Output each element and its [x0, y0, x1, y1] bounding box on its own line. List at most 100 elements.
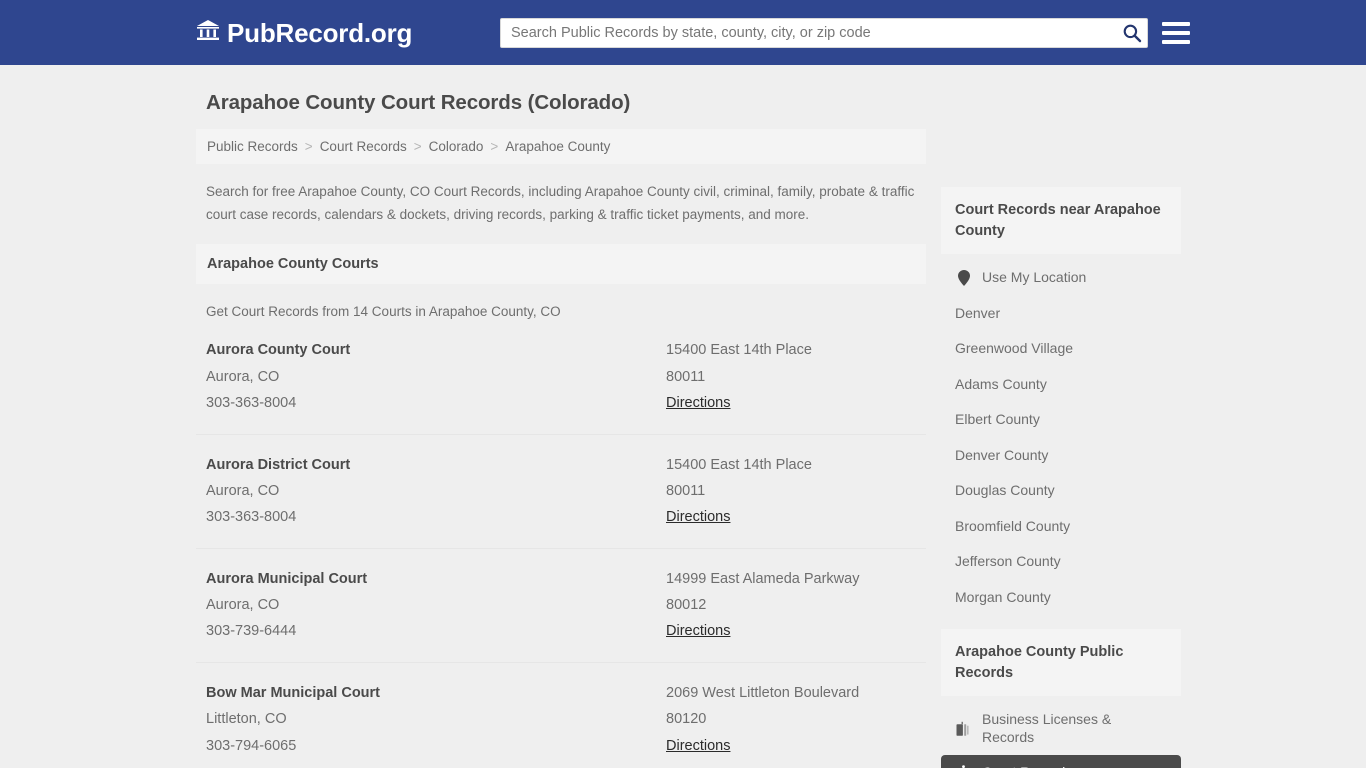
court-zip: 80011 [666, 368, 706, 385]
search-input[interactable] [500, 17, 1148, 48]
site-header: PubRecord.org [0, 0, 1366, 65]
page-intro-text: Search for free Arapahoe County, CO Cour… [206, 184, 915, 223]
breadcrumb-item[interactable]: Court Records [320, 139, 407, 154]
public-records-label: Business Licenses & Records [982, 711, 1112, 745]
breadcrumb-separator: > [413, 139, 422, 154]
page-title: Arapahoe County Court Records (Colorado) [206, 91, 631, 114]
page-container: Arapahoe County Court Records (Colorado)… [0, 65, 1366, 768]
search-icon[interactable] [1122, 23, 1142, 43]
court-listing-row: Bow Mar Municipal Court Littleton, CO 303-… [196, 661, 926, 768]
courts-list: Aurora County Court Aurora, CO 303-363-800… [196, 337, 926, 768]
nearby-location-link[interactable]: Broomfield County [941, 509, 1181, 545]
court-phone: 303-739-6444 [206, 623, 297, 640]
nearby-list-item: Morgan County [941, 580, 1181, 616]
public-records-panel: Arapahoe County Public Records Business … [941, 629, 1181, 768]
nearby-item-label: Use My Location [982, 269, 1087, 286]
nearby-list-item: Elbert County [941, 402, 1181, 438]
public-records-link[interactable]: Business Licenses & Records [941, 702, 1181, 755]
hamburger-bar [1162, 39, 1190, 44]
court-name[interactable]: Aurora Municipal Court [206, 566, 666, 592]
map-pin-icon [955, 269, 972, 286]
court-listing-right: 15400 East 14th Place 80011 Directions [666, 337, 926, 416]
public-records-panel-heading: Arapahoe County Public Records [941, 629, 1181, 697]
court-phone: 303-363-8004 [206, 395, 297, 412]
court-name[interactable]: Aurora County Court [206, 337, 666, 363]
public-records-list-item: Court Records [941, 755, 1181, 768]
breadcrumb-item[interactable]: Public Records [207, 139, 298, 154]
breadcrumb-item[interactable]: Arapahoe County [505, 139, 610, 154]
court-listing-right: 14999 East Alameda Parkway 80012 Direction… [666, 566, 926, 645]
hamburger-bar [1162, 30, 1190, 35]
nearby-item-label: Morgan County [955, 588, 1051, 605]
court-listing-left: Aurora County Court Aurora, CO 303-363-800… [196, 337, 666, 416]
nearby-item-label: Douglas County [955, 482, 1055, 499]
nearby-location-link[interactable]: Denver County [941, 438, 1181, 474]
briefcase-icon [955, 720, 972, 737]
public-records-label: Court Records [982, 764, 1072, 768]
court-zip: 80011 [666, 482, 706, 499]
nearby-list-item: Greenwood Village [941, 331, 1181, 367]
court-listing-right: 2069 West Littleton Boulevard 80120 Direct… [666, 680, 926, 759]
breadcrumb-separator: > [490, 139, 499, 154]
court-listing-left: Aurora District Court Aurora, CO 303-363-8… [196, 452, 666, 531]
nearby-list: Use My Location Denver Greenwood Village Ad… [941, 254, 1181, 615]
nearby-item-label: Jefferson County [955, 553, 1061, 570]
court-listing-row: Aurora District Court Aurora, CO 303-363-8… [196, 433, 926, 548]
hamburger-menu-icon[interactable] [1162, 21, 1190, 44]
nearby-item-label: Broomfield County [955, 517, 1071, 534]
nearby-list-item: Denver [941, 296, 1181, 332]
site-logo[interactable]: PubRecord.org [196, 19, 412, 46]
nearby-item-label: Elbert County [955, 411, 1040, 428]
court-listing-row: Aurora Municipal Court Aurora, CO 303-739-… [196, 547, 926, 662]
search-box [500, 17, 1148, 48]
nearby-list-item: Jefferson County [941, 544, 1181, 580]
nearby-location-link[interactable]: Morgan County [941, 580, 1181, 616]
bank-building-icon [196, 19, 220, 46]
directions-link[interactable]: Directions [666, 733, 730, 759]
court-phone: 303-363-8004 [206, 509, 297, 526]
nearby-list-item: Broomfield County [941, 509, 1181, 545]
court-name[interactable]: Aurora District Court [206, 452, 666, 478]
use-my-location-link[interactable]: Use My Location [941, 260, 1181, 296]
main-content: Arapahoe County Court Records (Colorado)… [196, 65, 926, 768]
hamburger-bar [1162, 21, 1190, 26]
court-address: 15400 East 14th Place [666, 456, 812, 473]
nearby-list-item: Denver County [941, 438, 1181, 474]
public-records-list: Business Licenses & Records Court Records… [941, 696, 1181, 768]
public-records-list-item: Business Licenses & Records [941, 702, 1181, 755]
public-records-link[interactable]: Court Records [941, 755, 1181, 768]
breadcrumb-item[interactable]: Colorado [429, 139, 484, 154]
court-address: 14999 East Alameda Parkway [666, 570, 860, 587]
header-right-group [500, 17, 1190, 48]
sidebar: Court Records near Arapahoe County Use M… [941, 65, 1181, 768]
court-phone: 303-794-6065 [206, 737, 297, 754]
nearby-location-link[interactable]: Denver [941, 296, 1181, 332]
court-listing-left: Bow Mar Municipal Court Littleton, CO 303-… [196, 680, 666, 759]
nearby-list-item: Douglas County [941, 473, 1181, 509]
nearby-panel-heading: Court Records near Arapahoe County [941, 187, 1181, 255]
nearby-court-records-panel: Court Records near Arapahoe County Use M… [941, 187, 1181, 615]
court-listing-right: 15400 East 14th Place 80011 Directions [666, 452, 926, 531]
court-address: 2069 West Littleton Boulevard [666, 684, 860, 701]
nearby-list-item: Adams County [941, 367, 1181, 403]
nearby-location-link[interactable]: Adams County [941, 367, 1181, 403]
site-logo-text: PubRecord.org [227, 17, 413, 48]
nearby-location-link[interactable]: Greenwood Village [941, 331, 1181, 367]
nearby-list-item: Use My Location [941, 260, 1181, 296]
nearby-item-label: Greenwood Village [955, 340, 1074, 357]
court-address: 15400 East 14th Place [666, 342, 812, 359]
court-listing-left: Aurora Municipal Court Aurora, CO 303-739-… [196, 566, 666, 645]
nearby-location-link[interactable]: Douglas County [941, 473, 1181, 509]
nearby-location-link[interactable]: Jefferson County [941, 544, 1181, 580]
nearby-item-label: Adams County [955, 375, 1047, 392]
nearby-item-label: Denver [955, 304, 1001, 321]
directions-link[interactable]: Directions [666, 390, 730, 416]
directions-link[interactable]: Directions [666, 618, 730, 644]
directions-link[interactable]: Directions [666, 504, 730, 530]
nearby-item-label: Denver County [955, 446, 1049, 463]
breadcrumb: Public Records > Court Records > Colorado > Ar… [196, 129, 926, 164]
breadcrumb-separator: > [304, 139, 313, 154]
court-name[interactable]: Bow Mar Municipal Court [206, 680, 666, 706]
court-city-state: Aurora, CO [206, 368, 280, 385]
nearby-location-link[interactable]: Elbert County [941, 402, 1181, 438]
